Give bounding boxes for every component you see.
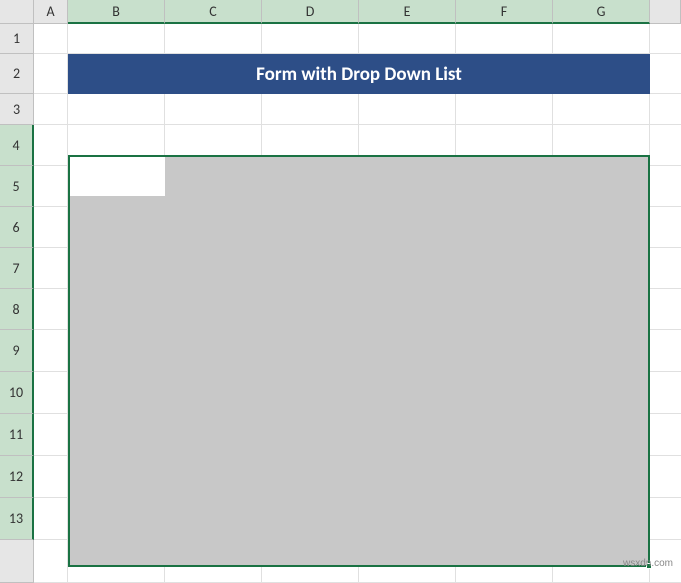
row-header-8[interactable]: 8 [0, 289, 34, 330]
active-cell[interactable] [70, 157, 165, 196]
cell-g1[interactable] [553, 24, 650, 54]
col-header-c[interactable]: C [165, 0, 262, 24]
cell-a8[interactable] [34, 289, 68, 330]
select-all-corner[interactable] [0, 0, 34, 24]
row-header-2[interactable]: 2 [0, 54, 34, 94]
cell-d3[interactable] [262, 94, 359, 125]
cell-f1[interactable] [456, 24, 553, 54]
row-header-5[interactable]: 5 [0, 166, 34, 207]
cell-a11[interactable] [34, 414, 68, 456]
cell-edge-5 [650, 166, 681, 207]
row-header-13[interactable]: 13 [0, 498, 34, 540]
cell-edge-13 [650, 498, 681, 540]
cell-edge-10 [650, 372, 681, 414]
cell-edge-12 [650, 456, 681, 498]
col-header-d[interactable]: D [262, 0, 359, 24]
cell-edge-11 [650, 414, 681, 456]
title-merged-cell[interactable]: Form with Drop Down List [68, 54, 650, 94]
cell-f3[interactable] [456, 94, 553, 125]
row-header-7[interactable]: 7 [0, 248, 34, 289]
cell-edge-8 [650, 289, 681, 330]
row-header-9[interactable]: 9 [0, 330, 34, 372]
row-header-11[interactable]: 11 [0, 414, 34, 456]
col-header-b[interactable]: B [68, 0, 165, 24]
row-header-3[interactable]: 3 [0, 94, 34, 125]
cell-a13[interactable] [34, 498, 68, 540]
col-header-g[interactable]: G [553, 0, 650, 24]
watermark-text: wsxdn.com [623, 558, 673, 569]
cell-edge-3 [650, 94, 681, 125]
cell-a12[interactable] [34, 456, 68, 498]
cell-a9[interactable] [34, 330, 68, 372]
cell-a14[interactable] [34, 540, 68, 583]
row-header-12[interactable]: 12 [0, 456, 34, 498]
cell-a5[interactable] [34, 166, 68, 207]
cell-a2[interactable] [34, 54, 68, 94]
row-header-14[interactable] [0, 540, 34, 583]
col-header-e[interactable]: E [359, 0, 456, 24]
cell-edge-9 [650, 330, 681, 372]
row-header-1[interactable]: 1 [0, 24, 34, 54]
cell-c3[interactable] [165, 94, 262, 125]
cell-a1[interactable] [34, 24, 68, 54]
cell-e3[interactable] [359, 94, 456, 125]
cell-e1[interactable] [359, 24, 456, 54]
row-header-6[interactable]: 6 [0, 207, 34, 248]
row-header-4[interactable]: 4 [0, 125, 34, 166]
cell-d1[interactable] [262, 24, 359, 54]
cell-a6[interactable] [34, 207, 68, 248]
selection-fill [70, 157, 648, 565]
cell-a3[interactable] [34, 94, 68, 125]
cell-g3[interactable] [553, 94, 650, 125]
cell-c1[interactable] [165, 24, 262, 54]
col-header-a[interactable]: A [34, 0, 68, 24]
cell-a4[interactable] [34, 125, 68, 166]
cell-edge-6 [650, 207, 681, 248]
cell-edge-4 [650, 125, 681, 166]
cell-b1[interactable] [68, 24, 165, 54]
cell-b3[interactable] [68, 94, 165, 125]
cell-a7[interactable] [34, 248, 68, 289]
cell-edge-1 [650, 24, 681, 54]
col-header-f[interactable]: F [456, 0, 553, 24]
cell-edge-7 [650, 248, 681, 289]
cell-edge-2 [650, 54, 681, 94]
row-header-10[interactable]: 10 [0, 372, 34, 414]
cell-a10[interactable] [34, 372, 68, 414]
col-header-edge [650, 0, 681, 24]
